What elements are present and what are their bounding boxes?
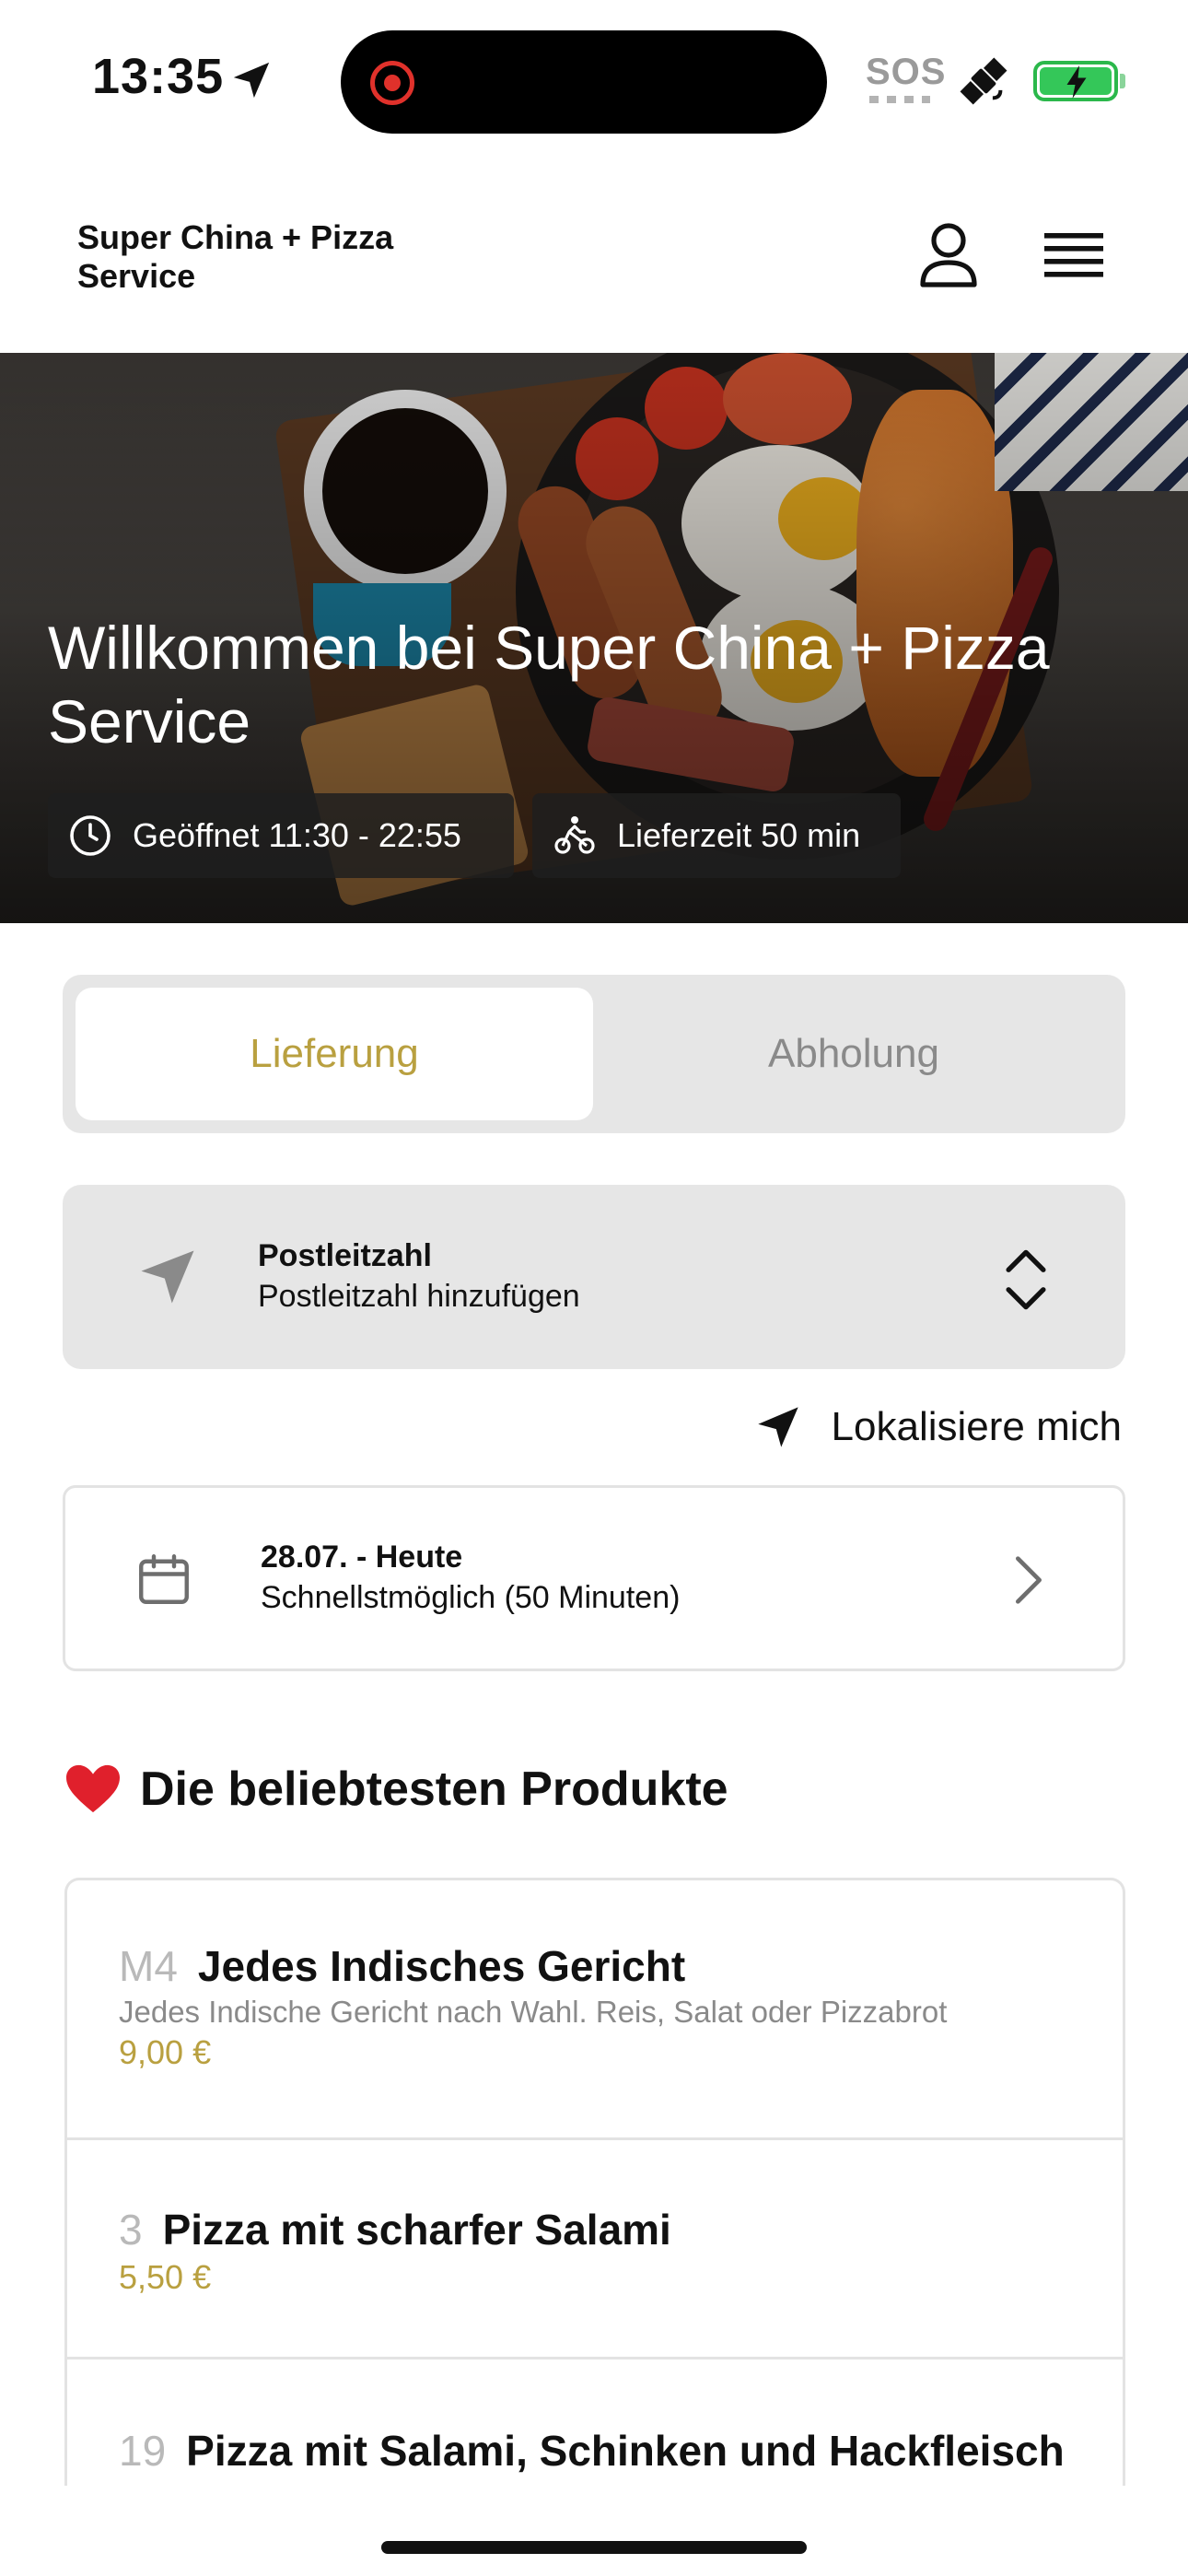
opening-hours-badge: Geöffnet 11:30 - 22:55 xyxy=(48,793,514,878)
order-mode-toggle: Lieferung Abholung xyxy=(63,975,1125,1133)
calendar-icon xyxy=(139,1554,189,1604)
satellite-icon xyxy=(960,57,1007,105)
user-icon[interactable] xyxy=(912,218,985,292)
app-header: Super China + Pizza Service xyxy=(0,161,1188,353)
delivery-date-selector[interactable]: 28.07. - Heute Schnellstmöglich (50 Minu… xyxy=(63,1485,1125,1671)
tab-pickup[interactable]: Abholung xyxy=(595,988,1112,1120)
hero-title: Willkommen bei Super China + Pizza Servi… xyxy=(48,614,1050,755)
delivery-time-text: Lieferzeit 50 min xyxy=(617,816,861,854)
product-name: Pizza mit Salami, Schinken und Hackfleis… xyxy=(186,2427,1065,2475)
product-name: Jedes Indisches Gericht xyxy=(197,1942,686,1990)
postcode-placeholder: Postleitzahl hinzufügen xyxy=(258,1279,580,1314)
popular-products-title: Die beliebtesten Produkte xyxy=(64,1762,728,1817)
sos-signal-dots xyxy=(869,96,930,103)
status-bar: 13:35 SOS xyxy=(0,0,1188,161)
product-price: 5,50 € xyxy=(119,2258,212,2296)
product-number: 19 xyxy=(119,2427,167,2475)
product-number: 3 xyxy=(119,2206,143,2254)
battery-nub xyxy=(1120,74,1125,88)
delivery-time-badge: Lieferzeit 50 min xyxy=(532,793,901,878)
popular-products-label: Die beliebtesten Produkte xyxy=(140,1762,728,1816)
sos-indicator: SOS xyxy=(866,52,947,92)
postcode-label: Postleitzahl xyxy=(258,1238,432,1273)
date-sub: Schnellstmöglich (50 Minuten) xyxy=(261,1580,681,1615)
product-item[interactable]: 19 Pizza mit Salami, Schinken und Hackfle… xyxy=(67,2359,1123,2486)
delivery-bike-icon xyxy=(554,816,595,854)
location-arrow-icon xyxy=(233,62,270,99)
status-time: 13:35 xyxy=(92,49,225,104)
locate-me-label: Lokalisiere mich xyxy=(831,1404,1122,1449)
product-item[interactable]: 3 Pizza mit scharfer Salami 5,50 € xyxy=(67,2140,1123,2359)
product-description: Jedes Indische Gericht nach Wahl. Reis, … xyxy=(119,1995,948,2029)
tab-delivery[interactable]: Lieferung xyxy=(76,988,593,1120)
product-number: M4 xyxy=(119,1942,178,1990)
postcode-selector[interactable]: Postleitzahl Postleitzahl hinzufügen xyxy=(63,1185,1125,1369)
product-price: 9,00 € xyxy=(119,2033,212,2071)
product-item[interactable]: M4 Jedes Indisches Gericht Jedes Indische… xyxy=(67,1880,1123,2140)
clock-icon xyxy=(70,815,111,856)
menu-icon[interactable] xyxy=(1037,218,1111,292)
home-indicator[interactable] xyxy=(381,2541,807,2554)
hero-banner: Willkommen bei Super China + Pizza Servi… xyxy=(0,353,1188,923)
recording-indicator-icon xyxy=(370,61,414,105)
location-arrow-icon xyxy=(757,1407,798,1447)
chevron-up-down-icon xyxy=(1006,1249,1046,1310)
battery-charging-icon xyxy=(1033,61,1118,101)
locate-me-link[interactable]: Lokalisiere mich xyxy=(754,1395,1122,1459)
navigation-arrow-icon xyxy=(141,1250,194,1304)
product-name: Pizza mit scharfer Salami xyxy=(162,2206,671,2254)
heart-icon xyxy=(66,1764,120,1813)
brand-name[interactable]: Super China + Pizza Service xyxy=(77,218,464,296)
chevron-right-icon xyxy=(1016,1556,1042,1604)
opening-hours-text: Geöffnet 11:30 - 22:55 xyxy=(133,816,461,854)
product-list: M4 Jedes Indisches Gericht Jedes Indische… xyxy=(64,1878,1125,2486)
date-label: 28.07. - Heute xyxy=(261,1540,463,1575)
